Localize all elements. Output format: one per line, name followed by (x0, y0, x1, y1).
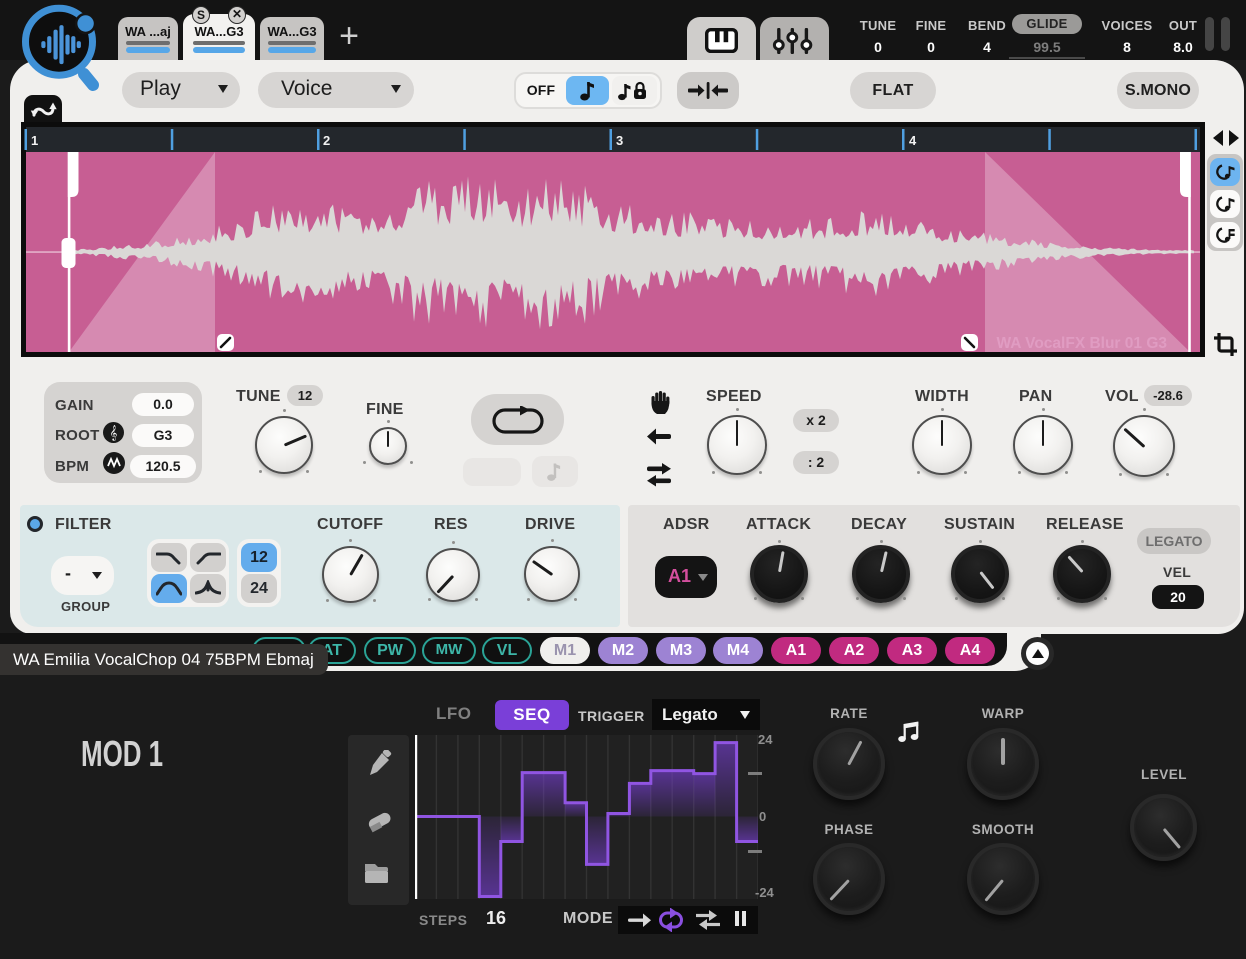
svg-text:WA VocalFX Blur 01 G3: WA VocalFX Blur 01 G3 (996, 335, 1167, 352)
svg-text:1: 1 (31, 133, 38, 148)
svg-text:3: 3 (616, 133, 623, 148)
svg-text:4: 4 (909, 133, 917, 148)
svg-text:2: 2 (323, 133, 330, 148)
